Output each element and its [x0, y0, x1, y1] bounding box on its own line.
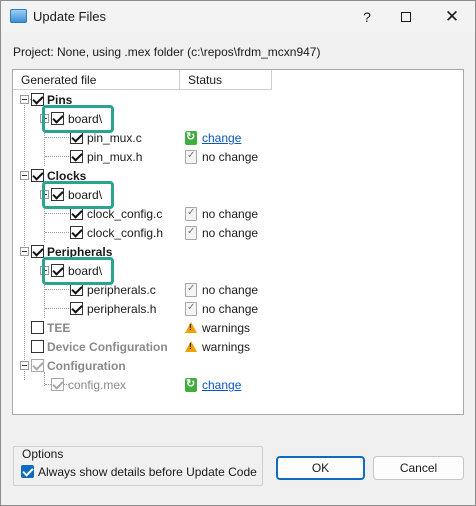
project-info: Project: None, using .mex folder (c:\rep…	[13, 45, 321, 59]
peripherals-c-status: no change	[202, 283, 259, 297]
change-icon	[185, 130, 197, 145]
ok-button[interactable]: OK	[276, 456, 365, 480]
maximize-icon	[401, 11, 411, 22]
highlight-box	[42, 105, 114, 133]
highlight-box	[42, 257, 114, 285]
always-show-details-checkbox[interactable]	[21, 465, 34, 478]
folder-icon	[10, 9, 27, 23]
tree-row-pin-mux-h[interactable]: pin_mux.h no change	[13, 148, 463, 167]
no-change-icon	[185, 150, 197, 164]
config-mex-label: config.mex	[68, 378, 127, 392]
configuration-checkbox	[31, 359, 44, 372]
clock-config-h-checkbox[interactable]	[70, 226, 83, 239]
tree-row-configuration: Configuration	[13, 357, 463, 376]
column-header-status[interactable]: Status	[180, 70, 272, 90]
warning-icon	[185, 322, 197, 333]
pin-mux-h-status: no change	[202, 150, 259, 164]
maximize-button[interactable]	[383, 1, 429, 32]
pins-checkbox[interactable]	[31, 93, 44, 106]
collapse-icon[interactable]	[20, 247, 29, 256]
no-change-icon	[185, 207, 197, 221]
tree-row-config-mex: config.mex change	[13, 376, 463, 395]
tee-label: TEE	[47, 321, 71, 335]
peripherals-h-status: no change	[202, 302, 259, 316]
change-icon	[185, 377, 197, 392]
tree-row-clock-config-h[interactable]: clock_config.h no change	[13, 224, 463, 243]
clock-config-h-label: clock_config.h	[87, 226, 164, 240]
update-files-dialog: Update Files ? ✕ Project: None, using .m…	[0, 0, 476, 506]
tree-row-tee[interactable]: TEE warnings	[13, 319, 463, 338]
collapse-icon	[20, 361, 29, 370]
tree-row-device-configuration[interactable]: Device Configuration warnings	[13, 338, 463, 357]
no-change-icon	[185, 226, 197, 240]
pin-mux-c-label: pin_mux.c	[87, 131, 142, 145]
device-configuration-checkbox[interactable]	[31, 340, 44, 353]
clock-config-h-status: no change	[202, 226, 259, 240]
window-title: Update Files	[33, 9, 106, 24]
clock-config-c-label: clock_config.c	[87, 207, 163, 221]
options-title: Options	[20, 447, 66, 461]
column-header-generated-file[interactable]: Generated file	[13, 70, 180, 90]
close-button[interactable]: ✕	[429, 1, 475, 32]
peripherals-h-label: peripherals.h	[87, 302, 157, 316]
no-change-icon	[185, 283, 197, 297]
highlight-box	[42, 181, 114, 209]
pin-mux-c-status-link[interactable]: change	[202, 131, 241, 145]
clock-config-c-status: no change	[202, 207, 259, 221]
pin-mux-h-label: pin_mux.h	[87, 150, 143, 164]
peripherals-c-label: peripherals.c	[87, 283, 156, 297]
warning-icon	[185, 341, 197, 352]
generated-files-tree[interactable]: Generated file Status Pins board\ pin_mu…	[12, 69, 464, 415]
always-show-details-label[interactable]: Always show details before Update Code	[38, 465, 257, 479]
peripherals-h-checkbox[interactable]	[70, 302, 83, 315]
configuration-label: Configuration	[47, 359, 126, 373]
tee-status: warnings	[202, 321, 251, 335]
collapse-icon[interactable]	[20, 95, 29, 104]
pin-mux-h-checkbox[interactable]	[70, 150, 83, 163]
config-mex-status-link[interactable]: change	[202, 378, 241, 392]
collapse-icon[interactable]	[20, 171, 29, 180]
config-mex-checkbox	[51, 378, 64, 391]
device-configuration-label: Device Configuration	[47, 340, 168, 354]
cancel-button[interactable]: Cancel	[373, 456, 464, 480]
tree-row-peripherals-h[interactable]: peripherals.h no change	[13, 300, 463, 319]
peripherals-checkbox[interactable]	[31, 245, 44, 258]
tee-checkbox[interactable]	[31, 321, 44, 334]
no-change-icon	[185, 302, 197, 316]
title-bar: Update Files ? ✕	[1, 1, 475, 32]
clocks-checkbox[interactable]	[31, 169, 44, 182]
device-configuration-status: warnings	[202, 340, 251, 354]
